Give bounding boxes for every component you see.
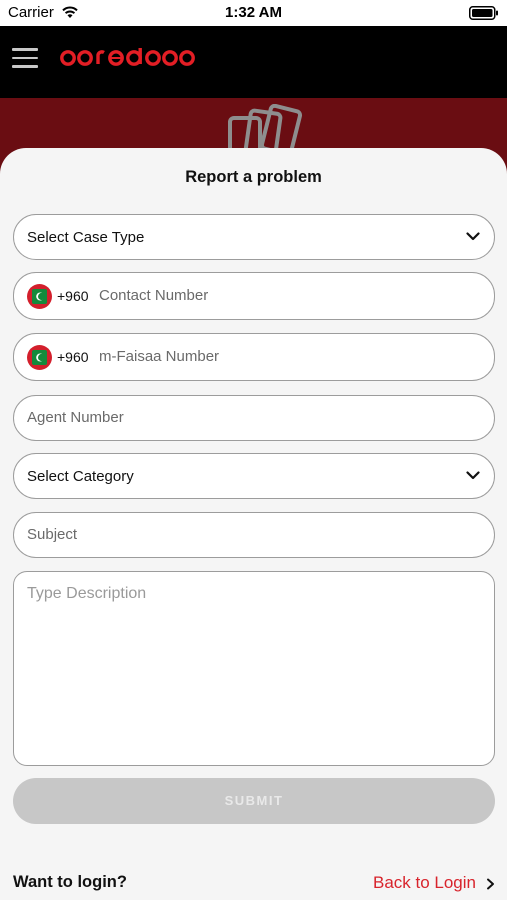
agent-number-field[interactable]: Agent Number	[13, 395, 495, 441]
contact-number-field[interactable]: +960 Contact Number	[13, 272, 495, 320]
mfaisaa-number-placeholder: m-Faisaa Number	[99, 348, 220, 365]
back-to-login-link[interactable]: Back to Login	[373, 873, 476, 893]
status-bar: Carrier 1:32 AM	[0, 0, 507, 26]
status-time: 1:32 AM	[225, 4, 282, 21]
chevron-down-icon	[466, 232, 480, 241]
maldives-flag-icon	[27, 345, 52, 370]
submit-button[interactable]: SUBMIT	[13, 778, 495, 824]
hamburger-menu-icon[interactable]	[12, 48, 38, 68]
app-header	[0, 26, 507, 98]
login-prompt: Want to login?	[13, 873, 127, 891]
case-type-label: Select Case Type	[27, 229, 145, 246]
subject-field[interactable]: Subject	[13, 512, 495, 558]
chevron-right-icon[interactable]	[486, 878, 495, 890]
contact-dial-code: +960	[57, 288, 89, 304]
category-label: Select Category	[27, 468, 134, 485]
mfaisaa-number-field[interactable]: +960 m-Faisaa Number	[13, 333, 495, 381]
agent-number-placeholder: Agent Number	[27, 409, 124, 426]
subject-placeholder: Subject	[27, 526, 78, 543]
report-problem-card: Report a problem Select Case Type +960 C…	[0, 148, 507, 900]
description-textarea[interactable]: Type Description	[13, 571, 495, 766]
battery-icon	[469, 6, 498, 20]
maldives-flag-icon	[27, 284, 52, 309]
chevron-down-icon	[466, 471, 480, 480]
ooredoo-logo	[58, 46, 195, 70]
category-select[interactable]: Select Category	[13, 453, 495, 499]
description-placeholder: Type Description	[27, 585, 147, 602]
case-type-select[interactable]: Select Case Type	[13, 214, 495, 260]
mfaisaa-dial-code: +960	[57, 349, 89, 365]
contact-number-placeholder: Contact Number	[99, 287, 209, 304]
page-title: Report a problem	[185, 168, 322, 186]
